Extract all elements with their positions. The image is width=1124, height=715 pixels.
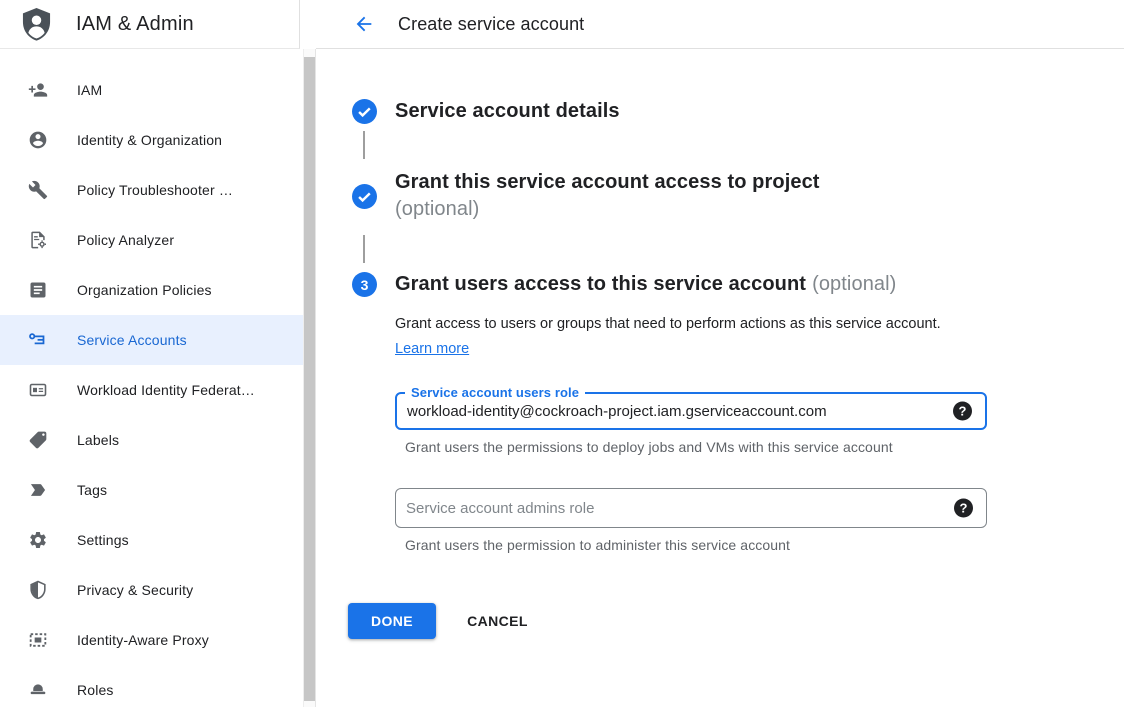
sidebar: IAM Identity & Organization Policy Troub… [0, 49, 303, 715]
sidebar-item-label: Labels [77, 432, 119, 448]
dashed-frame-icon [28, 630, 48, 650]
step-2-title: Grant this service account access to pro… [395, 169, 820, 196]
sidebar-item-identity-aware-proxy[interactable]: Identity-Aware Proxy [0, 615, 303, 665]
sidebar-item-label: Organization Policies [77, 282, 212, 298]
iam-admin-shield-icon [21, 7, 52, 42]
arrow-back-icon [353, 13, 375, 35]
wrench-icon [28, 180, 48, 200]
step-3-title: Grant users access to this service accou… [395, 273, 806, 295]
cancel-button[interactable]: CANCEL [467, 613, 528, 629]
step-1-service-account-details: Service account details [352, 98, 1124, 125]
step-2-optional-label: (optional) [395, 196, 820, 223]
account-circle-icon [28, 130, 48, 150]
sidebar-scrollbar-thumb[interactable] [304, 57, 315, 701]
sidebar-item-label: Roles [77, 682, 114, 698]
app-header: IAM & Admin [0, 0, 300, 49]
back-button[interactable] [352, 12, 376, 36]
sidebar-item-roles[interactable]: Roles [0, 665, 303, 715]
sidebar-item-privacy-security[interactable]: Privacy & Security [0, 565, 303, 615]
step-3-body: Grant access to users or groups that nee… [395, 312, 1124, 553]
step-complete-check-icon [352, 99, 377, 124]
sidebar-item-tags[interactable]: Tags [0, 465, 303, 515]
document-gear-icon [28, 230, 48, 250]
step-2-grant-access-to-project: Grant this service account access to pro… [352, 169, 1124, 223]
service-account-users-role-field: Service account users role ? [395, 392, 987, 430]
sidebar-item-label: Settings [77, 532, 129, 548]
step-3-number-badge: 3 [352, 272, 377, 297]
sidebar-item-labels[interactable]: Labels [0, 415, 303, 465]
sidebar-item-label: Workload Identity Federat… [77, 382, 255, 398]
step-complete-check-icon [352, 184, 377, 209]
create-service-account-form: Service account details Grant this servi… [316, 49, 1124, 707]
help-icon[interactable]: ? [953, 402, 972, 421]
sidebar-item-policy-troubleshooter[interactable]: Policy Troubleshooter … [0, 165, 303, 215]
app-title: IAM & Admin [76, 13, 194, 36]
sidebar-scrollbar-track[interactable] [303, 49, 316, 707]
hat-icon [28, 680, 48, 700]
sidebar-item-label: Tags [77, 482, 107, 498]
article-icon [28, 280, 48, 300]
sidebar-item-identity-organization[interactable]: Identity & Organization [0, 115, 303, 165]
sidebar-item-label: Identity-Aware Proxy [77, 632, 209, 648]
sidebar-item-label: Policy Troubleshooter … [77, 182, 233, 198]
sidebar-item-label: Service Accounts [77, 332, 187, 348]
page-header: Create service account [316, 0, 1124, 49]
step-connector [363, 235, 365, 263]
sidebar-item-workload-identity-federation[interactable]: Workload Identity Federat… [0, 365, 303, 415]
sidebar-item-iam[interactable]: IAM [0, 65, 303, 115]
page-title: Create service account [398, 14, 584, 35]
sidebar-item-label: Privacy & Security [77, 582, 193, 598]
step-3-optional-label: (optional) [812, 273, 896, 295]
help-icon[interactable]: ? [954, 499, 973, 518]
step-3-grant-users-access: 3 Grant users access to this service acc… [352, 271, 1124, 298]
person-add-icon [28, 80, 48, 100]
admins-role-helper-text: Grant users the permission to administer… [405, 537, 1124, 553]
sidebar-item-label: Policy Analyzer [77, 232, 174, 248]
users-role-helper-text: Grant users the permissions to deploy jo… [405, 439, 1124, 455]
sidebar-item-label: Identity & Organization [77, 132, 222, 148]
sidebar-item-settings[interactable]: Settings [0, 515, 303, 565]
step-3-description: Grant access to users or groups that nee… [395, 312, 943, 362]
service-account-admins-role-input[interactable] [396, 489, 986, 527]
form-actions: DONE CANCEL [348, 603, 1124, 639]
sidebar-item-organization-policies[interactable]: Organization Policies [0, 265, 303, 315]
step-3-description-text: Grant access to users or groups that nee… [395, 316, 941, 332]
sidebar-item-policy-analyzer[interactable]: Policy Analyzer [0, 215, 303, 265]
label-arrow-icon [28, 480, 48, 500]
shield-half-icon [28, 580, 48, 600]
learn-more-link[interactable]: Learn more [395, 341, 469, 357]
step-connector [363, 131, 365, 159]
gear-icon [28, 530, 48, 550]
done-button[interactable]: DONE [348, 603, 436, 639]
sidebar-item-label: IAM [77, 82, 102, 98]
sidebar-item-service-accounts[interactable]: Service Accounts [0, 315, 303, 365]
id-card-icon [28, 380, 48, 400]
price-tag-icon [28, 430, 48, 450]
service-account-key-icon [28, 330, 48, 350]
step-1-title: Service account details [395, 100, 620, 122]
service-account-admins-role-field: ? [395, 488, 987, 528]
service-account-users-role-label: Service account users role [405, 385, 585, 400]
